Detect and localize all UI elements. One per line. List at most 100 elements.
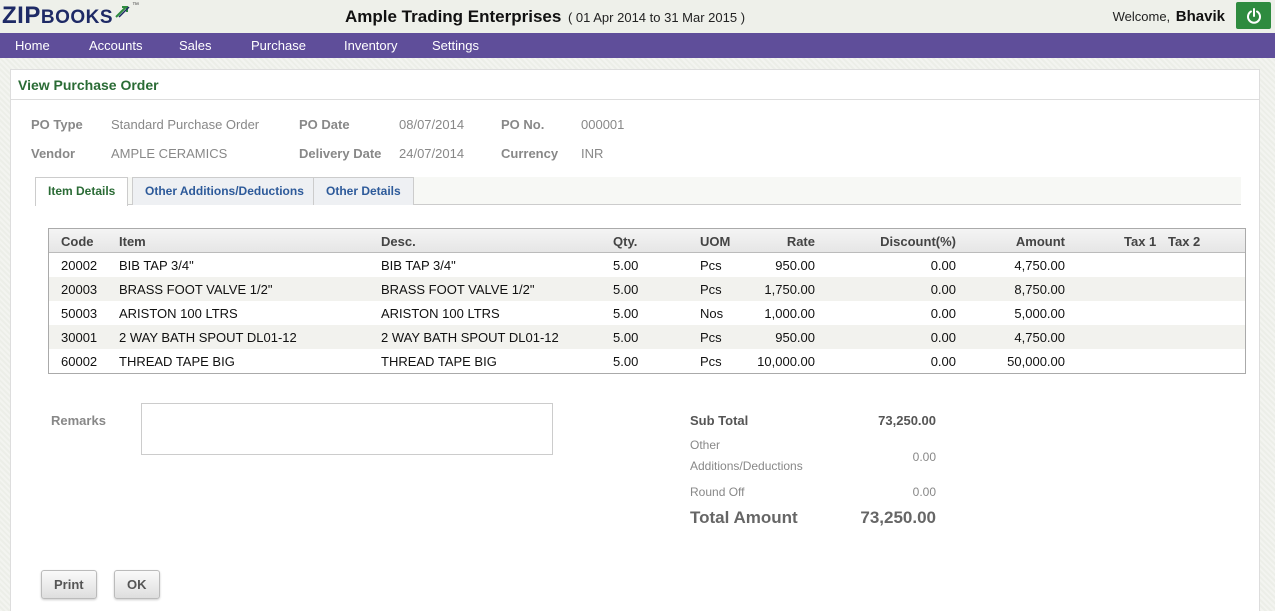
cell-discount: 0.00 [930,354,956,369]
fiscal-period: ( 01 Apr 2014 to 31 Mar 2015 ) [567,10,746,25]
po-type-value: Standard Purchase Order [111,117,260,132]
col-tax1[interactable]: Tax 1 [1124,234,1156,249]
nav-accounts[interactable]: Accounts [89,38,142,53]
table-row[interactable]: 50003 ARISTON 100 LTRS ARISTON 100 LTRS 5.0… [49,301,1245,325]
col-amount[interactable]: Amount [1016,234,1065,249]
cell-item: BRASS FOOT VALVE 1/2" [119,282,273,297]
nav-sales[interactable]: Sales [179,38,212,53]
cell-code: 30001 [61,330,98,345]
round-off-label: Round Off [690,485,745,499]
company-info: Ample Trading Enterprises ( 01 Apr 2014 … [345,7,745,27]
cell-discount: 0.00 [930,258,956,273]
total-amount-label: Total Amount [690,508,798,527]
subtotal-value: 73,250.00 [878,413,936,428]
table-row[interactable]: 60002 THREAD TAPE BIG THREAD TAPE BIG 5.00 P… [49,349,1245,373]
table-body: 20002 BIB TAP 3/4" BIB TAP 3/4" 5.00 Pcs 950.… [49,253,1245,373]
table-header: Code Item Desc. Qty. UOM Rate Discount(%… [49,229,1245,253]
remarks-textarea[interactable] [141,403,553,455]
cell-uom: Pcs [700,282,722,297]
other-additions-label-line1: Other [690,438,721,452]
vendor-label: Vendor [31,146,76,161]
cell-item: 2 WAY BATH SPOUT DL01-12 [119,330,297,345]
cell-item: BIB TAP 3/4" [119,258,194,273]
col-tax2[interactable]: Tax 2 [1168,234,1200,249]
tab-other-details[interactable]: Other Details [313,177,414,205]
table-row[interactable]: 30001 2 WAY BATH SPOUT DL01-12 2 WAY BATH … [49,325,1245,349]
currency-value: INR [581,146,604,161]
logo-text-zip: ZIP [2,2,41,29]
col-code[interactable]: Code [61,234,94,249]
cell-qty: 5.00 [613,282,639,297]
other-additions-value: 0.00 [912,450,936,464]
cell-qty: 5.00 [613,354,639,369]
col-item[interactable]: Item [119,234,146,249]
other-additions-label-line2: Additions/Deductions [690,459,803,473]
app-header: ZIPBOOKS ™ Ample Trading Enterprises ( 0… [0,0,1275,33]
cell-code: 20002 [61,258,98,273]
tab-other-additions-deductions[interactable]: Other Additions/Deductions [132,177,317,205]
col-discount[interactable]: Discount(%) [880,234,956,249]
nav-settings[interactable]: Settings [432,38,479,53]
col-rate[interactable]: Rate [787,234,815,249]
cell-amount: 4,750.00 [1014,258,1065,273]
table-row[interactable]: 20002 BIB TAP 3/4" BIB TAP 3/4" 5.00 Pcs 950.… [49,253,1245,277]
company-name: Ample Trading Enterprises [345,7,562,26]
cell-item: ARISTON 100 LTRS [119,306,238,321]
trademark-mark: ™ [132,2,140,9]
nav-inventory[interactable]: Inventory [344,38,397,53]
po-no-value: 000001 [581,117,625,132]
col-uom[interactable]: UOM [700,234,730,249]
po-no-label: PO No. [501,117,545,132]
main-nav: Home Accounts Sales Purchase Inventory S… [0,33,1275,58]
items-table: Code Item Desc. Qty. UOM Rate Discount(%… [48,228,1246,374]
cell-rate: 10,000.00 [757,354,815,369]
vendor-value: AMPLE CERAMICS [111,146,228,161]
zipbooks-logo[interactable]: ZIPBOOKS ™ [2,2,139,32]
subtotal-label: Sub Total [690,413,749,428]
col-desc[interactable]: Desc. [381,234,416,249]
cell-qty: 5.00 [613,306,639,321]
cell-amount: 8,750.00 [1014,282,1065,297]
cell-uom: Pcs [700,258,722,273]
nav-home[interactable]: Home [15,38,50,53]
cell-desc: ARISTON 100 LTRS [381,306,500,321]
ok-button[interactable]: OK [114,570,160,599]
logo-text-books: BOOKS [40,7,114,28]
welcome-text: Welcome, [1112,9,1171,24]
cell-qty: 5.00 [613,258,639,273]
cell-rate: 1,000.00 [764,306,815,321]
nav-purchase[interactable]: Purchase [251,38,306,53]
delivery-date-label: Delivery Date [299,146,382,161]
cell-discount: 0.00 [930,306,956,321]
cell-rate: 950.00 [775,258,815,273]
cell-amount: 5,000.00 [1014,306,1065,321]
round-off-value: 0.00 [912,485,936,499]
purchase-order-panel: View Purchase Order PO Type Standard Pur… [10,69,1260,611]
delivery-date-value: 24/07/2014 [399,146,465,161]
cell-desc: 2 WAY BATH SPOUT DL01-12 [381,330,559,345]
po-type-label: PO Type [31,117,83,132]
cell-amount: 50,000.00 [1007,354,1065,369]
cell-code: 60002 [61,354,98,369]
currency-label: Currency [501,146,559,161]
remarks-label: Remarks [51,413,106,428]
user-name: Bhavik [1175,8,1225,25]
cell-rate: 950.00 [775,330,815,345]
tab-item-details[interactable]: Item Details [35,177,129,206]
tab-bar: Item Details Other Additions/Deductions … [35,177,1241,206]
welcome-message: Welcome, Bhavik [1113,8,1225,25]
logo-arrow-icon [115,6,130,18]
cell-code: 20003 [61,282,98,297]
cell-discount: 0.00 [930,282,956,297]
cell-discount: 0.00 [930,330,956,345]
power-icon [1246,7,1261,24]
table-row[interactable]: 20003 BRASS FOOT VALVE 1/2" BRASS FOOT VAL… [49,277,1245,301]
page-title: View Purchase Order [11,70,1259,100]
cell-desc: THREAD TAPE BIG [381,354,497,369]
logout-button[interactable] [1236,2,1271,29]
po-date-value: 08/07/2014 [399,117,465,132]
cell-code: 50003 [61,306,98,321]
cell-amount: 4,750.00 [1014,330,1065,345]
print-button[interactable]: Print [41,570,97,599]
col-qty[interactable]: Qty. [613,234,637,249]
